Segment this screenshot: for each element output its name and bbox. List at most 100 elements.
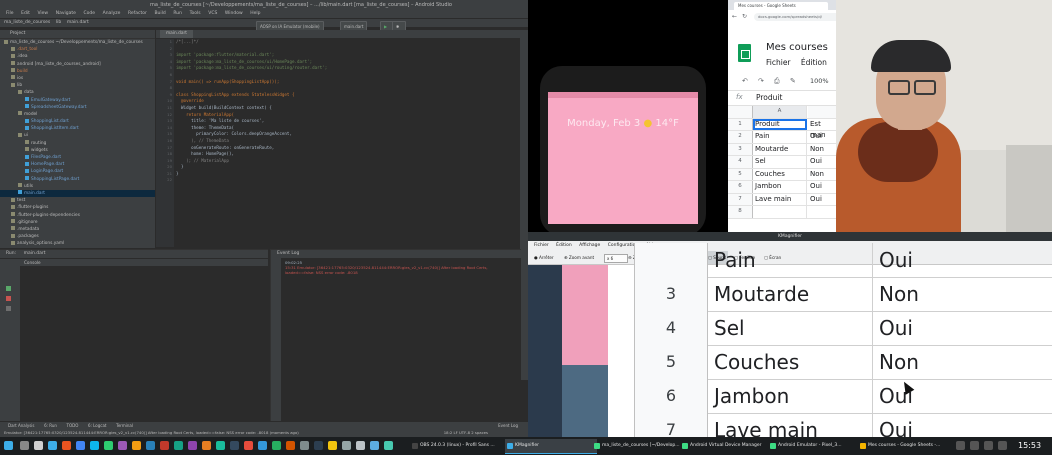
- tree-item[interactable]: ui: [0, 132, 155, 139]
- launcher-icon[interactable]: [384, 441, 393, 450]
- tree-item[interactable]: .packages: [0, 233, 155, 240]
- tree-item[interactable]: ShoppingListItem.dart: [0, 125, 155, 132]
- breadcrumb-lib[interactable]: lib: [56, 19, 61, 27]
- corner-cell[interactable]: [728, 106, 753, 118]
- launcher-icon[interactable]: [356, 441, 365, 450]
- tray-volume-icon[interactable]: [970, 441, 979, 450]
- launcher-icon[interactable]: [76, 441, 85, 450]
- cell-b[interactable]: Oui: [808, 181, 836, 193]
- tree-item[interactable]: analysis_options.yaml: [0, 240, 155, 247]
- address-bar[interactable]: docs.google.com/spreadsheets/d/: [754, 13, 836, 21]
- column-header-a[interactable]: A: [753, 106, 807, 118]
- breadcrumb-project[interactable]: ma_liste_de_courses: [4, 19, 50, 27]
- tree-item[interactable]: .dart_tool: [0, 46, 155, 53]
- menu-file[interactable]: File: [6, 10, 14, 18]
- task-item[interactable]: ma_liste_de_courses [~/Develop...: [592, 439, 686, 453]
- tree-item[interactable]: ma_liste_de_courses ~/Developpements/ma_…: [0, 39, 155, 46]
- tray-notifications-icon[interactable]: [998, 441, 1007, 450]
- breadcrumb-file[interactable]: main.dart: [67, 19, 89, 27]
- tree-item[interactable]: SpreadsheetGateway.dart: [0, 104, 155, 111]
- tree-item[interactable]: android [ma_liste_de_courses_android]: [0, 61, 155, 68]
- row-header[interactable]: 1: [728, 118, 753, 130]
- launcher-icon[interactable]: [244, 441, 253, 450]
- cell-a[interactable]: Pain: [753, 131, 807, 143]
- tree-item[interactable]: ShoppingListPage.dart: [0, 176, 155, 183]
- task-obs[interactable]: OBS 24.0.3 (linux) - Profil Sans ...: [410, 439, 510, 453]
- tree-item[interactable]: .flutter-plugins-dependencies: [0, 212, 155, 219]
- kmag-menu-fichier[interactable]: Fichier: [534, 243, 549, 248]
- launcher-icon[interactable]: [174, 441, 183, 450]
- tree-item[interactable]: model: [0, 111, 155, 118]
- code-area[interactable]: /*[...]*/ import 'package:flutter/materia…: [176, 39, 516, 184]
- redo-icon[interactable]: ↷: [758, 77, 764, 85]
- tree-item[interactable]: .gitignore: [0, 219, 155, 226]
- tree-item[interactable]: EmulGateway.dart: [0, 97, 155, 104]
- launcher-icon[interactable]: [104, 441, 113, 450]
- launcher-icon[interactable]: [300, 441, 309, 450]
- formula-input[interactable]: Produit: [756, 93, 782, 102]
- tray-network-icon[interactable]: [956, 441, 965, 450]
- launcher-icon[interactable]: [146, 441, 155, 450]
- launcher-icon[interactable]: [62, 441, 71, 450]
- launcher-icon[interactable]: [48, 441, 57, 450]
- launcher-icon[interactable]: [202, 441, 211, 450]
- row-header[interactable]: 3: [728, 143, 753, 155]
- app-launcher-icon[interactable]: [4, 441, 13, 450]
- menu-tools[interactable]: Tools: [190, 10, 201, 18]
- menu-window[interactable]: Window: [225, 10, 243, 18]
- menu-build[interactable]: Build: [154, 10, 165, 18]
- stop-icon[interactable]: [6, 296, 11, 301]
- kmag-menu-affichage[interactable]: Affichage: [579, 243, 600, 248]
- undo-icon[interactable]: ↶: [742, 77, 748, 85]
- document-title[interactable]: Mes courses: [766, 42, 828, 53]
- menu-code[interactable]: Code: [84, 10, 96, 18]
- tray-clipboard-icon[interactable]: [984, 441, 993, 450]
- launcher-icon[interactable]: [216, 441, 225, 450]
- launcher-icon[interactable]: [230, 441, 239, 450]
- launcher-icon[interactable]: [328, 441, 337, 450]
- tree-item[interactable]: test: [0, 197, 155, 204]
- stop-refresh-button[interactable]: ● Arrêter: [534, 251, 554, 264]
- tree-item[interactable]: ShoppingList.dart: [0, 118, 155, 125]
- sheets-menu-edition[interactable]: Édition: [801, 58, 827, 67]
- editor-tab-main-dart[interactable]: main.dart: [160, 30, 193, 38]
- launcher-icon[interactable]: [90, 441, 99, 450]
- tree-item[interactable]: .metadata: [0, 226, 155, 233]
- launcher-icon[interactable]: [286, 441, 295, 450]
- tree-item[interactable]: utils: [0, 183, 155, 190]
- cell-b[interactable]: Oui: [808, 156, 836, 168]
- tree-item[interactable]: data: [0, 89, 155, 96]
- rerun-icon[interactable]: [6, 286, 11, 291]
- cell-b[interactable]: Oui: [808, 131, 836, 143]
- tree-item[interactable]: LoginPage.dart: [0, 168, 155, 175]
- menu-refactor[interactable]: Refactor: [128, 10, 147, 18]
- zoom-select[interactable]: 100%: [810, 77, 829, 85]
- phone-screen[interactable]: Monday, Feb 3 ● 14°F: [548, 92, 698, 224]
- menu-analyze[interactable]: Analyze: [103, 10, 121, 18]
- paint-format-icon[interactable]: ✎: [790, 77, 796, 85]
- row-header[interactable]: 7: [728, 193, 753, 205]
- launcher-icon[interactable]: [258, 441, 267, 450]
- launcher-icon[interactable]: [118, 441, 127, 450]
- back-icon[interactable]: ←: [732, 13, 737, 20]
- menu-run[interactable]: Run: [173, 10, 182, 18]
- launcher-icon[interactable]: [188, 441, 197, 450]
- cell-b[interactable]: Non: [808, 144, 836, 156]
- tree-item[interactable]: ios: [0, 75, 155, 82]
- scroll-end-icon[interactable]: [6, 306, 11, 311]
- reload-icon[interactable]: ↻: [742, 13, 747, 20]
- menu-help[interactable]: Help: [250, 10, 260, 18]
- zoom-factor-select[interactable]: x 6: [604, 254, 628, 263]
- cell-a[interactable]: [753, 206, 807, 218]
- event-log-header[interactable]: Event Log: [271, 250, 521, 258]
- print-icon[interactable]: ⎙: [774, 77, 780, 86]
- task-item[interactable]: Android Virtual Device Manager: [680, 439, 774, 453]
- tree-item[interactable]: main.dart: [0, 189, 155, 198]
- launcher-icon[interactable]: [342, 441, 351, 450]
- row-header[interactable]: 6: [728, 181, 753, 193]
- tree-item[interactable]: lib: [0, 82, 155, 89]
- taskbar-clock[interactable]: 15:53: [1018, 439, 1041, 453]
- task-item[interactable]: Android Emulator - Pixel_3...: [768, 439, 864, 453]
- tree-item[interactable]: HomePage.dart: [0, 161, 155, 168]
- spreadsheet-grid[interactable]: A 1 Produit Est man 2 Pain Oui 3 Moutarde Non 4 Se…: [728, 106, 836, 219]
